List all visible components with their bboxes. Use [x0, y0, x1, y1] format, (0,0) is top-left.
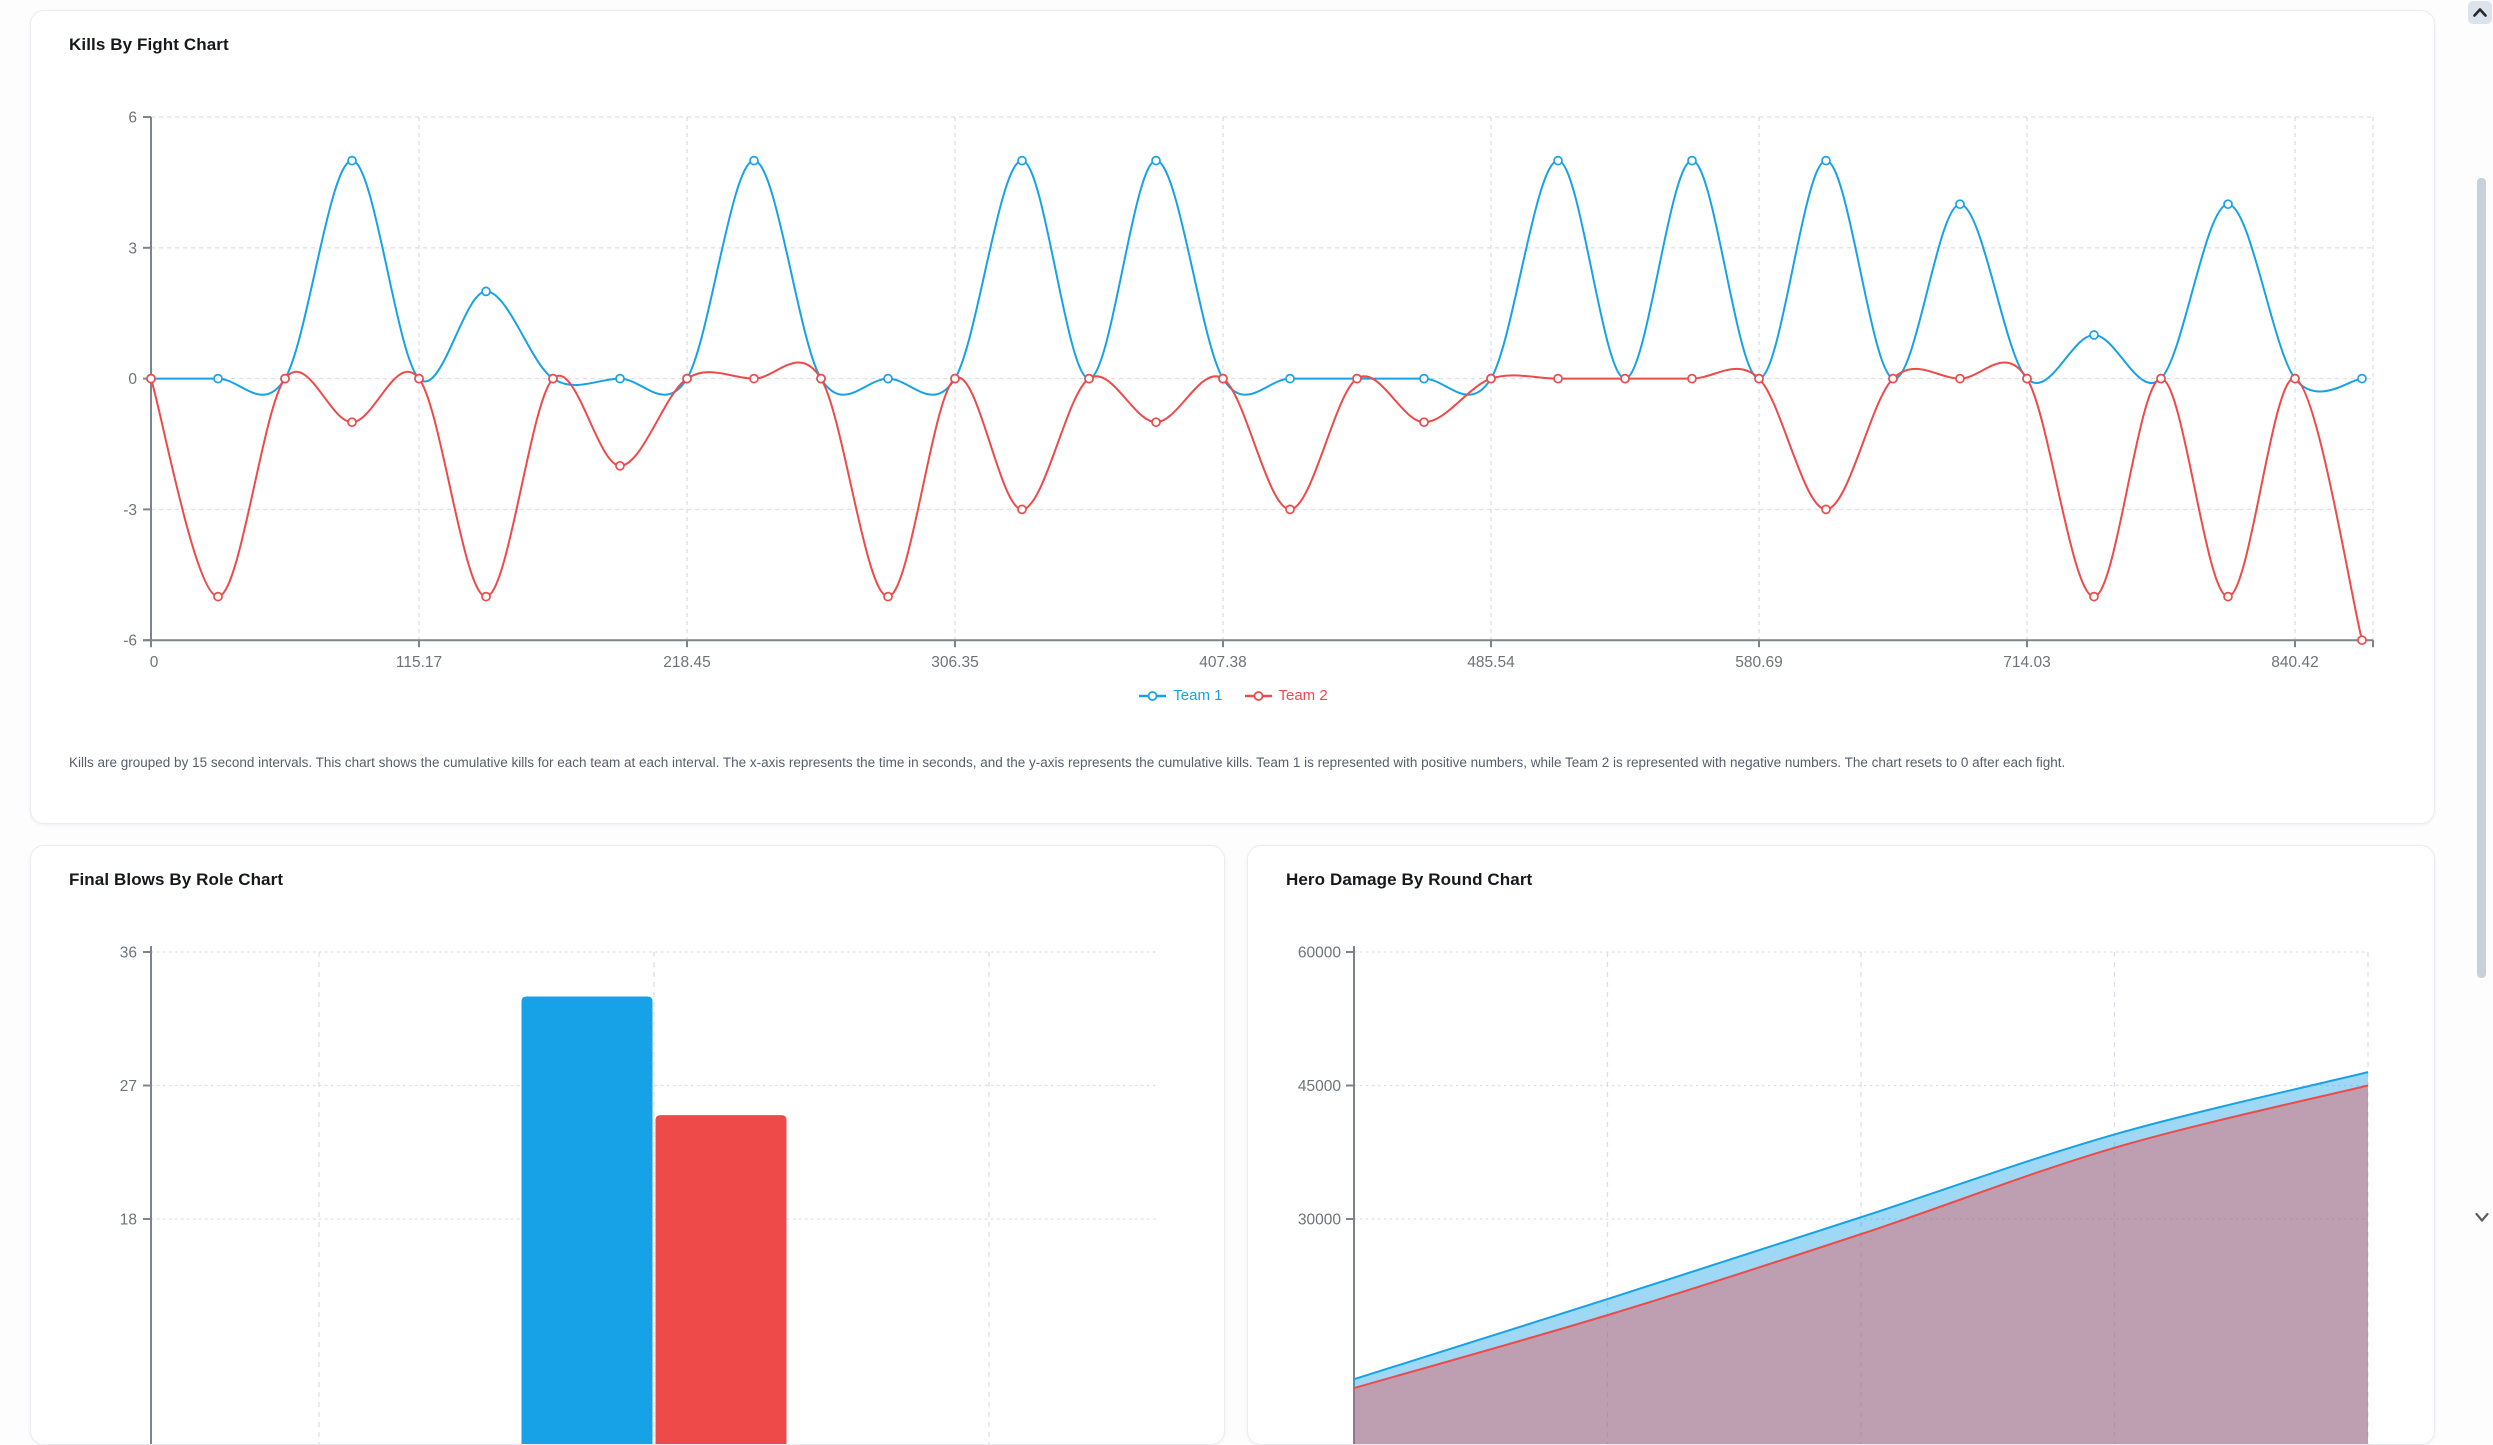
team2-point[interactable]: [2224, 593, 2232, 601]
team2-point[interactable]: [1420, 418, 1428, 426]
team2-point[interactable]: [348, 418, 356, 426]
team1-point[interactable]: [1688, 157, 1696, 165]
team1-point[interactable]: [884, 375, 892, 383]
team2-point[interactable]: [415, 375, 423, 383]
team2-point[interactable]: [750, 375, 758, 383]
team1-point[interactable]: [1956, 200, 1964, 208]
y-tick-label: -3: [123, 502, 137, 519]
y-tick-label: 27: [120, 1078, 137, 1095]
team2-point[interactable]: [1889, 375, 1897, 383]
scrollbar-up-button[interactable]: [2468, 1, 2492, 24]
team1-bar[interactable]: [522, 997, 653, 1445]
x-tick-label: 580.69: [1735, 654, 1782, 671]
team2-point[interactable]: [2090, 593, 2098, 601]
kills-chart-description: Kills are grouped by 15 second intervals…: [69, 751, 2397, 775]
team2-point[interactable]: [482, 593, 490, 601]
team1-point[interactable]: [1018, 157, 1026, 165]
team1-point[interactable]: [750, 157, 758, 165]
y-tick-label: 6: [128, 110, 137, 127]
y-tick-label: 45000: [1298, 1078, 1341, 1095]
y-tick-label: 18: [120, 1212, 137, 1229]
x-tick-label: 840.42: [2271, 654, 2318, 671]
team2-point[interactable]: [683, 375, 691, 383]
legend-label: Team 1: [1173, 687, 1222, 704]
team2-point[interactable]: [1688, 375, 1696, 383]
team2-point[interactable]: [147, 375, 155, 383]
team1-line[interactable]: [151, 161, 2362, 395]
team2-point[interactable]: [817, 375, 825, 383]
kills-by-fight-card: Kills By Fight Chart 630-3-60115.17218.4…: [30, 10, 2435, 824]
legend-line-marker-icon: [1139, 690, 1166, 702]
team2-point[interactable]: [616, 462, 624, 470]
hero-damage-by-round-card: Hero Damage By Round Chart 6000045000300…: [1247, 845, 2435, 1445]
team2-point[interactable]: [1085, 375, 1093, 383]
team2-point[interactable]: [214, 593, 222, 601]
team2-point[interactable]: [884, 593, 892, 601]
x-tick-label: 714.03: [2003, 654, 2050, 671]
legend-item-team-2[interactable]: Team 2: [1245, 687, 1328, 704]
kills-chart-legend: Team 1 Team 2: [31, 687, 2436, 704]
y-tick-label: 60000: [1298, 945, 1341, 962]
team2-point[interactable]: [1755, 375, 1763, 383]
x-tick-label: 115.17: [396, 654, 442, 671]
y-tick-label: 0: [128, 371, 137, 388]
team2-point[interactable]: [1353, 375, 1361, 383]
team2-point[interactable]: [1621, 375, 1629, 383]
y-tick-label: 30000: [1298, 1212, 1341, 1229]
hero-damage-chart[interactable]: 60000 45000 30000: [1248, 846, 2434, 1444]
team1-point[interactable]: [616, 375, 624, 383]
y-tick-label: 36: [120, 945, 137, 962]
x-tick-label: 218.45: [663, 654, 710, 671]
team1-point[interactable]: [214, 375, 222, 383]
team2-point[interactable]: [2157, 375, 2165, 383]
legend-label: Team 2: [1279, 687, 1328, 704]
x-tick-label: 0: [150, 654, 159, 671]
team2-point[interactable]: [1956, 375, 1964, 383]
team1-point[interactable]: [1286, 375, 1294, 383]
team1-point[interactable]: [348, 157, 356, 165]
team2-point[interactable]: [1018, 505, 1026, 513]
x-tick-label: 407.38: [1199, 654, 1246, 671]
team2-point[interactable]: [2358, 636, 2366, 644]
y-tick-label: -6: [123, 633, 137, 650]
team2-point[interactable]: [281, 375, 289, 383]
team2-point[interactable]: [1219, 375, 1227, 383]
team2-area[interactable]: [1354, 1086, 2368, 1445]
y-tick-label: 3: [128, 240, 137, 257]
legend-line-marker-icon: [1245, 690, 1272, 702]
team2-point[interactable]: [549, 375, 557, 383]
team1-point[interactable]: [2090, 331, 2098, 339]
final-blows-by-role-card: Final Blows By Role Chart 362718: [30, 845, 1225, 1445]
final-blows-chart[interactable]: 36 27 18: [31, 846, 1224, 1444]
team2-point[interactable]: [951, 375, 959, 383]
team2-point[interactable]: [2291, 375, 2299, 383]
team1-point[interactable]: [1420, 375, 1428, 383]
kills-by-fight-chart[interactable]: 6 3 0 -3 -6 0 115.17 218.45 306.35 407.38 485.54 58…: [31, 11, 2434, 741]
team2-bar[interactable]: [656, 1115, 787, 1444]
x-tick-label: 485.54: [1467, 654, 1515, 671]
chevron-up-icon: [2473, 8, 2487, 17]
team2-point[interactable]: [1822, 505, 1830, 513]
team1-point[interactable]: [1554, 157, 1562, 165]
team1-point[interactable]: [482, 287, 490, 295]
legend-item-team-1[interactable]: Team 1: [1139, 687, 1222, 704]
team1-point[interactable]: [1822, 157, 1830, 165]
scrollbar-thumb[interactable]: [2477, 178, 2486, 978]
team1-point[interactable]: [1152, 157, 1160, 165]
team2-point[interactable]: [1152, 418, 1160, 426]
chevron-down-icon[interactable]: [2475, 1212, 2489, 1223]
team2-point[interactable]: [1554, 375, 1562, 383]
team2-point[interactable]: [2023, 375, 2031, 383]
team1-point[interactable]: [2224, 200, 2232, 208]
team2-point[interactable]: [1286, 505, 1294, 513]
team2-point[interactable]: [1487, 375, 1495, 383]
team1-point[interactable]: [2358, 375, 2366, 383]
x-tick-label: 306.35: [931, 654, 978, 671]
